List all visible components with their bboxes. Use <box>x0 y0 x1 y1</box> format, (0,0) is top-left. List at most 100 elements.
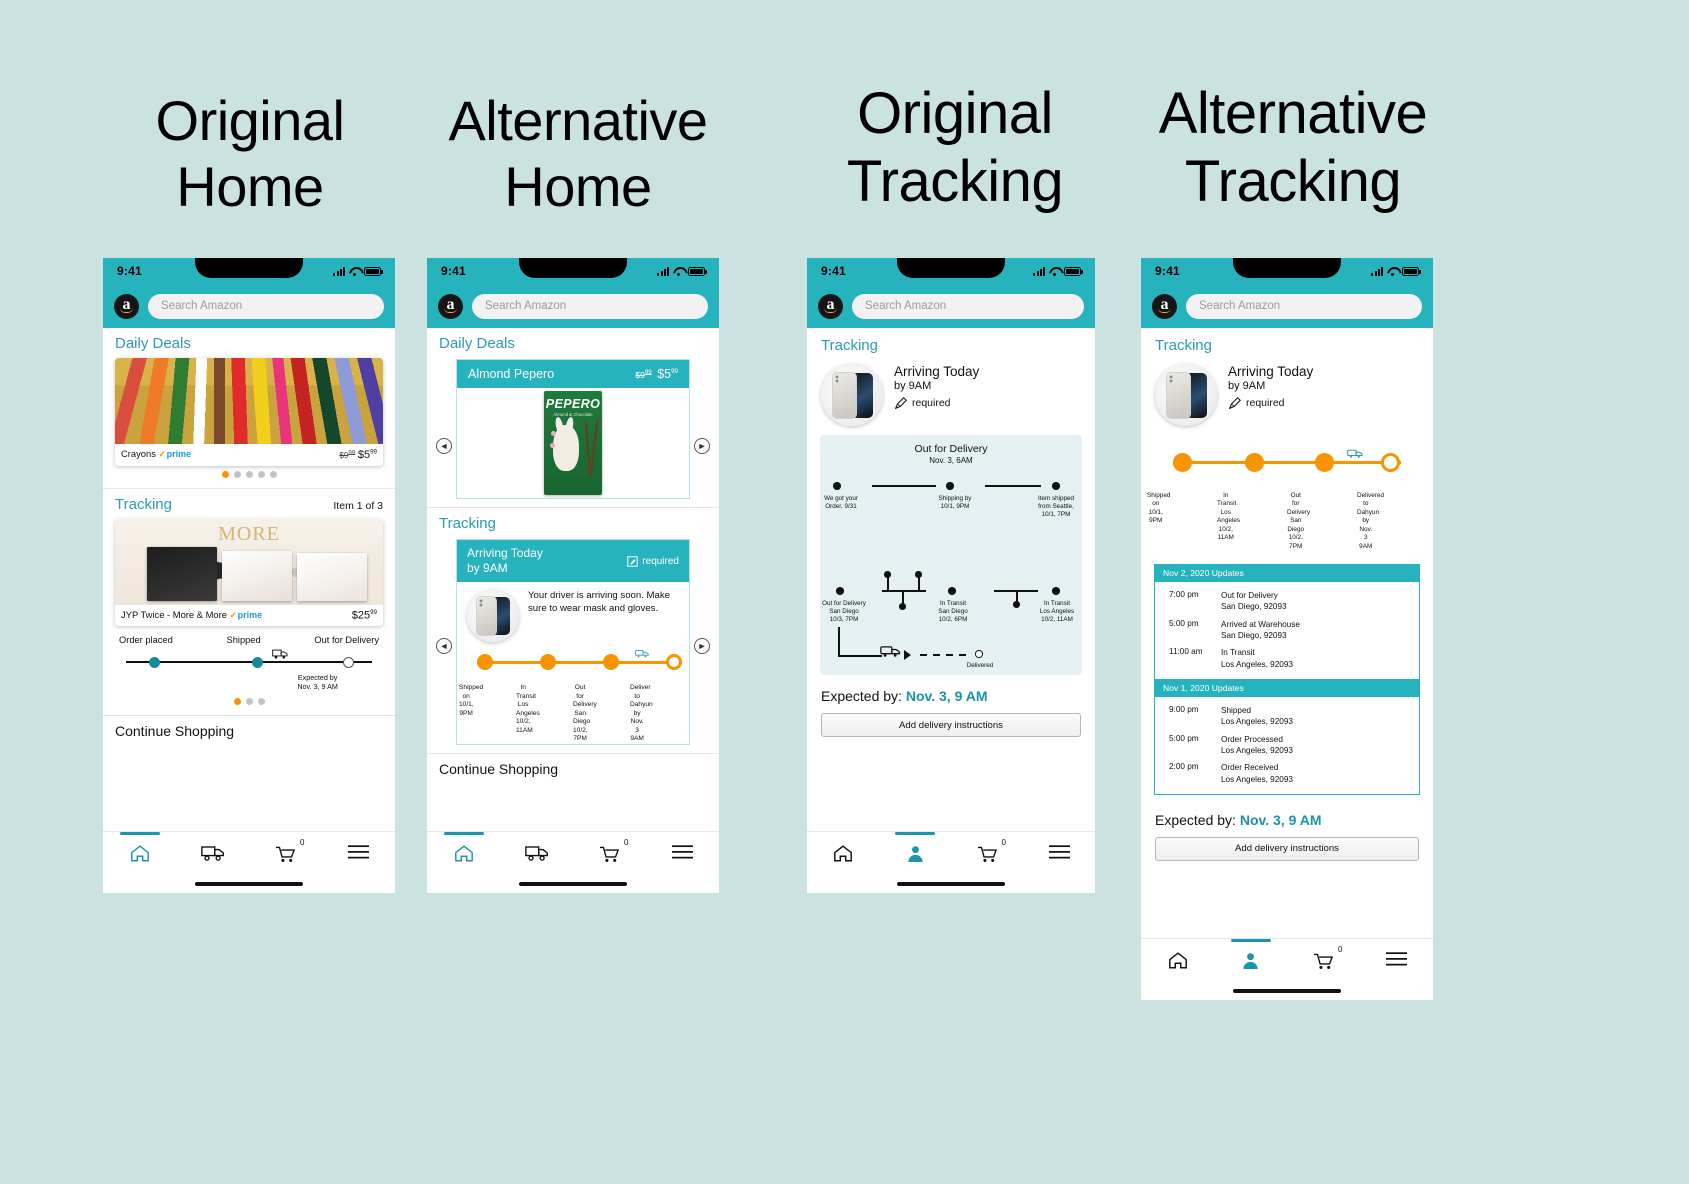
deal-product-card[interactable]: Crayons prime $999 $599 <box>115 358 383 466</box>
cart-count-badge: 0 <box>1001 838 1006 847</box>
nav-menu[interactable] <box>1036 844 1082 860</box>
search-input[interactable]: Search Amazon <box>1186 293 1422 319</box>
home-indicator <box>195 882 303 886</box>
add-delivery-instructions-button[interactable]: Add delivery instructions <box>821 713 1081 737</box>
camera-lenses <box>479 599 485 607</box>
progress-node-in-transit <box>1245 453 1264 472</box>
home-icon <box>834 845 852 862</box>
tracking-product-card[interactable]: JYP Twice - More & More prime $2599 <box>115 518 383 627</box>
signal-bars-icon <box>657 266 669 276</box>
carousel-dot[interactable] <box>257 470 265 478</box>
update-row: 2:00 pm Order Received Los Angeles, 9209… <box>1155 759 1419 788</box>
order-progress-labels: Order placed Shipped Out for Delivery <box>117 635 381 645</box>
tracking-carousel-dots[interactable] <box>115 693 383 707</box>
carousel-dot[interactable] <box>245 470 253 478</box>
nav-cart[interactable]: 0 <box>1301 945 1347 970</box>
delivery-progress-labels: Shipped on 10/1, 9PM In Transit Los Ange… <box>1147 492 1427 551</box>
update-event: Order Processed <box>1221 734 1283 744</box>
carousel-dot[interactable] <box>257 698 265 706</box>
diagram-bracket-node <box>884 571 891 578</box>
nav-menu[interactable] <box>1374 951 1420 967</box>
diagram-elbow-vertical <box>838 627 840 657</box>
signature-required-badge[interactable]: required <box>627 556 679 567</box>
wifi-icon <box>1049 267 1060 276</box>
delivery-truck-icon <box>880 646 901 657</box>
continue-shopping-section: Continue Shopping <box>103 716 395 747</box>
carousel-dot[interactable] <box>233 698 241 706</box>
tracking-subhead: by 9AM <box>894 380 932 392</box>
nav-orders[interactable] <box>514 844 560 862</box>
delivery-progress-labels: Shipped on 10/1, 9PM In Transit Los Ange… <box>457 684 689 744</box>
status-icons <box>333 266 383 276</box>
nav-cart[interactable]: 0 <box>964 838 1010 863</box>
nav-account[interactable] <box>892 832 938 863</box>
amazon-logo[interactable]: a <box>1152 293 1177 319</box>
expected-by-label: Expected by: <box>821 688 906 704</box>
search-placeholder: Search Amazon <box>485 300 567 312</box>
pepero-brand: PEPERO <box>545 397 601 411</box>
step-label-shipped: Shipped <box>226 635 261 646</box>
deal-banner-card[interactable]: Almond Pepero $999 $599 PEPERO Almond & … <box>456 359 690 499</box>
diagram-node-shipping-by <box>946 482 954 490</box>
search-header: a Search Amazon <box>1141 284 1433 328</box>
nav-menu[interactable] <box>336 844 382 860</box>
device-notch <box>1233 258 1341 278</box>
amazon-logo[interactable]: a <box>114 293 139 319</box>
nav-cart[interactable]: 0 <box>263 838 309 863</box>
nav-home[interactable] <box>1155 951 1201 970</box>
deal-price-new: $599 <box>657 367 678 381</box>
carousel-dot[interactable] <box>233 470 241 478</box>
truck-icon <box>200 846 224 861</box>
amazon-logo[interactable]: a <box>818 293 843 319</box>
step-label-order-placed: Order placed <box>119 635 173 646</box>
update-time: 7:00 pm <box>1169 590 1199 600</box>
carousel-dot[interactable] <box>269 470 277 478</box>
search-input[interactable]: Search Amazon <box>852 293 1084 319</box>
update-place: Los Angeles, 92093 <box>1221 745 1293 755</box>
diagram-label-order-received: We got your Order, 9/31 <box>824 495 858 511</box>
carousel-next-button[interactable]: ► <box>694 438 710 454</box>
add-delivery-instructions-label: Add delivery instructions <box>899 719 1003 731</box>
carousel-next-button[interactable]: ► <box>694 638 710 654</box>
amazon-logo[interactable]: a <box>438 293 463 319</box>
flower-decor <box>550 443 555 448</box>
progress-line <box>477 661 669 664</box>
carousel-prev-button[interactable]: ◄ <box>436 638 452 654</box>
carousel-dot[interactable] <box>221 470 229 478</box>
nav-account[interactable] <box>1228 939 1274 970</box>
deal-price-new: $599 <box>357 448 377 461</box>
tracking-card[interactable]: Arriving Today by 9AM required Your driv… <box>456 539 690 745</box>
signature-required-badge[interactable]: required <box>894 396 979 410</box>
update-time: 5:00 pm <box>1169 733 1199 743</box>
bunny-body <box>553 425 579 471</box>
nav-home[interactable] <box>820 844 866 863</box>
update-event: In Transit <box>1221 648 1255 658</box>
tracking-title: Tracking <box>1155 337 1212 354</box>
deal-product-name-wrap: Crayons prime <box>121 448 191 460</box>
nav-cart[interactable]: 0 <box>587 838 633 863</box>
pencil-edit-icon <box>1228 397 1241 410</box>
album-book-2 <box>222 550 292 601</box>
nav-orders[interactable] <box>190 844 236 862</box>
search-input[interactable]: Search Amazon <box>148 293 384 319</box>
status-bar: 9:41 <box>807 258 1095 284</box>
expected-by-label: Expected by: <box>1155 811 1240 828</box>
add-delivery-instructions-button[interactable]: Add delivery instructions <box>1155 836 1419 861</box>
nav-menu[interactable] <box>660 844 706 860</box>
diagram-connector <box>985 485 1041 487</box>
nav-home[interactable] <box>117 832 163 863</box>
update-detail: Arrived at Warehouse San Diego, 92093 <box>1221 619 1300 642</box>
tracking-title: Tracking <box>115 495 172 513</box>
search-input[interactable]: Search Amazon <box>472 293 708 319</box>
signature-required-badge[interactable]: required <box>1228 396 1313 410</box>
carousel-dot[interactable] <box>245 698 253 706</box>
deals-carousel-dots[interactable] <box>115 466 383 480</box>
tracking-product-info: JYP Twice - More & More prime $2599 <box>115 605 383 627</box>
update-event: Out for Delivery <box>1221 591 1278 601</box>
nav-home[interactable] <box>441 832 487 863</box>
battery-icon <box>364 266 383 276</box>
diagram-connector <box>872 485 936 487</box>
diagram-elbow-horizontal <box>838 655 882 657</box>
progress-line <box>126 661 372 663</box>
carousel-prev-button[interactable]: ◄ <box>436 438 452 454</box>
